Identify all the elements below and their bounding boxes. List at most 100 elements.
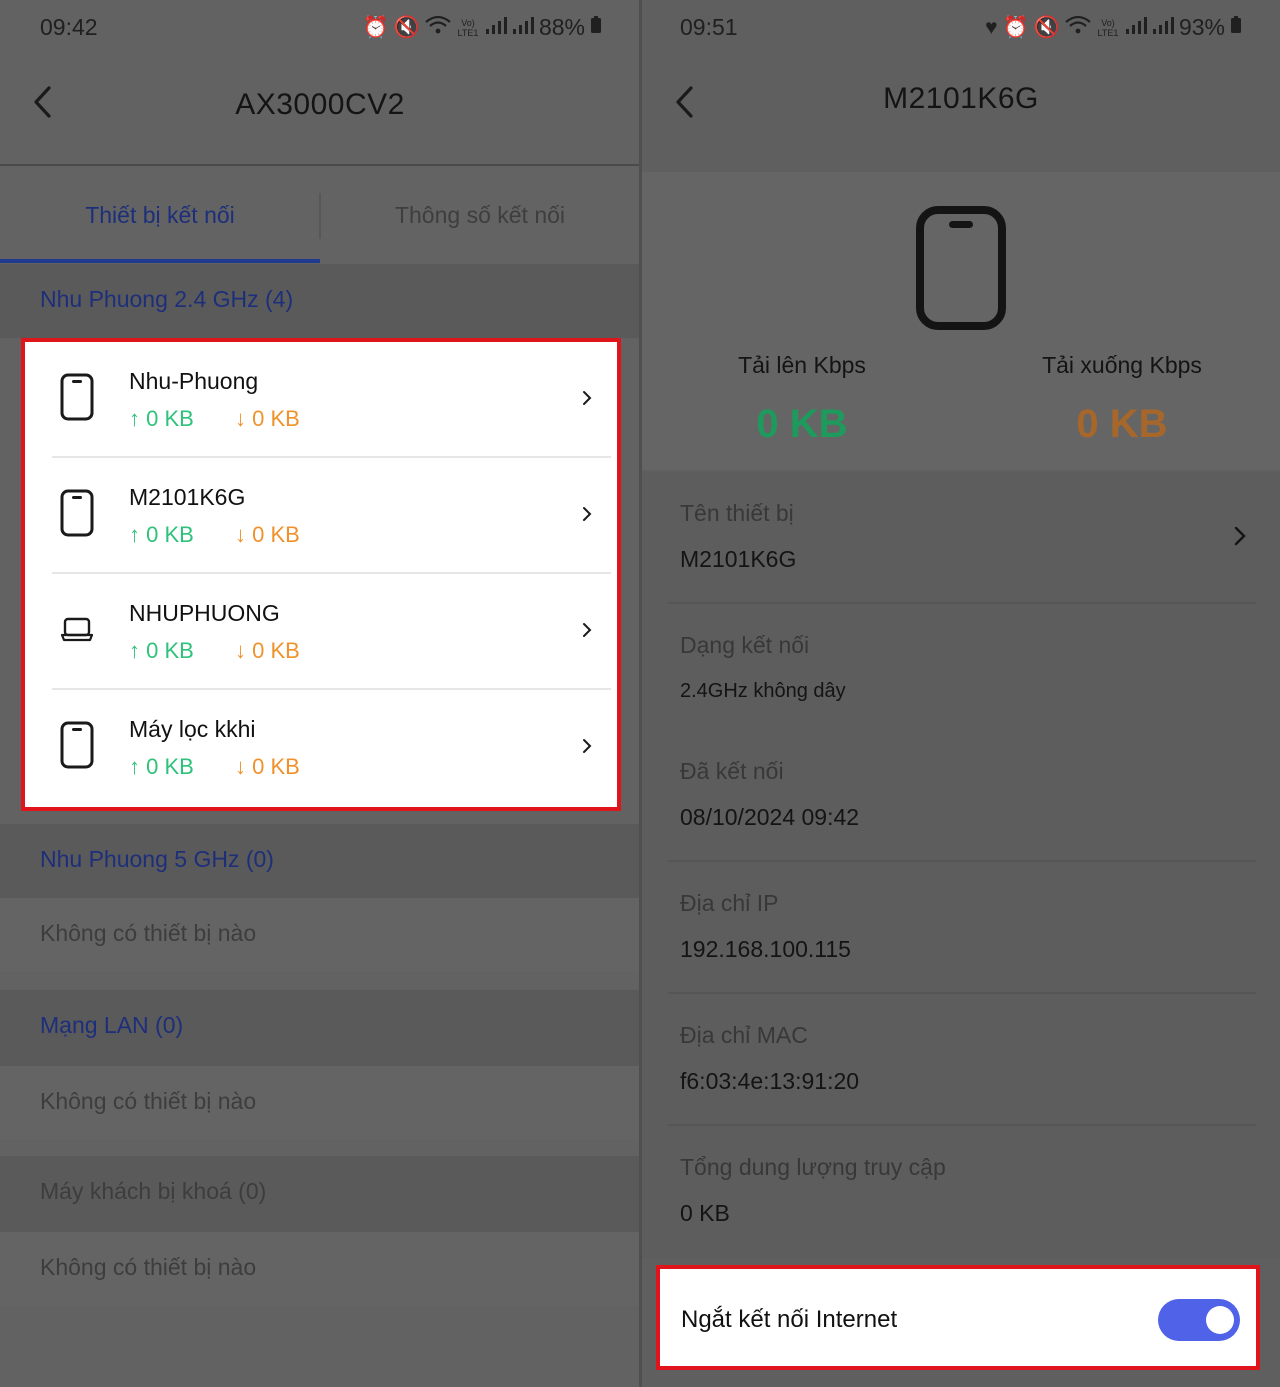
download-value: 0 KB [1076,402,1168,446]
app-header: AX3000CV2 [0,58,640,166]
section-title: Mạng LAN (0) [40,1012,184,1038]
section-header-5ghz: Nhu Phuong 5 GHz (0) [0,824,640,898]
chevron-right-icon [577,618,597,642]
lte-icon: Vo) LTE1 [1097,17,1119,38]
device-name-row[interactable]: Tên thiết bị M2101K6G [642,472,1280,604]
upload-speed: ↑ 0 KB [129,522,194,547]
right-screen: 09:51 ♥ ⏰ 🔇 Vo) LTE1 93% M2101K6G Tải lê… [642,0,1280,1387]
disconnect-internet-row: Ngắt kết nối Internet [656,1265,1260,1370]
chevron-right-icon [577,502,597,526]
empty-state: Không có thiết bị nào [0,1066,640,1140]
upload-speed: ↑ 0 KB [129,638,194,663]
connection-type-row: Dạng kết nối 2.4GHz không dây [642,604,1280,736]
device-row[interactable]: M2101K6G ↑ 0 KB ↓ 0 KB [25,458,617,574]
info-label: Tên thiết bị [680,500,794,526]
lte-icon: Vo) LTE1 [457,17,479,38]
tab-connected-devices[interactable]: Thiết bị kết nối [0,167,320,263]
app-header: M2101K6G [642,58,1280,166]
heart-icon: ♥ [985,15,998,39]
section-header-24ghz: Nhu Phuong 2.4 GHz (4) [0,264,640,338]
empty-state: Không có thiết bị nào [0,1232,640,1306]
upload-label: Tải lên Kbps [738,352,866,378]
upload-speed: ↑ 0 KB [129,754,194,779]
info-label: Địa chỉ MAC [680,1022,808,1048]
battery-icon [590,15,602,40]
download-speed: ↓ 0 KB [235,638,300,663]
mute-icon: 🔇 [1033,15,1060,39]
upload-speed: ↑ 0 KB [129,406,194,431]
device-row[interactable]: Nhu-Phuong ↑ 0 KB ↓ 0 KB [25,342,617,458]
status-bar: 09:51 ♥ ⏰ 🔇 Vo) LTE1 93% [642,0,1280,58]
toggle-knob [1206,1306,1234,1334]
disconnect-toggle[interactable] [1158,1299,1240,1341]
status-icons: ♥ ⏰ 🔇 Vo) LTE1 93% [985,14,1242,41]
info-value: 08/10/2024 09:42 [680,804,860,830]
ip-address-row: Địa chỉ IP 192.168.100.115 [642,862,1280,994]
section-title: Nhu Phuong 2.4 GHz (4) [40,286,294,312]
download-speed: ↓ 0 KB [235,406,300,431]
status-time: 09:42 [40,14,98,40]
info-label: Tổng dung lượng truy cập [680,1154,946,1180]
signal-icon [485,16,507,40]
section-header-blocked: Máy khách bị khoá (0) [0,1156,640,1232]
status-icons: ⏰ 🔇 Vo) LTE1 88% [363,14,602,41]
section-title: Nhu Phuong 5 GHz (0) [40,846,274,872]
status-time: 09:51 [680,14,738,40]
disconnect-label: Ngắt kết nối Internet [681,1306,898,1333]
empty-text: Không có thiết bị nào [40,1254,257,1280]
alarm-icon: ⏰ [362,15,389,39]
phone-icon [59,720,95,770]
info-label: Dạng kết nối [680,632,810,658]
total-usage-row: Tổng dung lượng truy cập 0 KB [642,1126,1280,1258]
connected-time-row: Đã kết nối 08/10/2024 09:42 [642,730,1280,862]
signal-icon-2 [512,16,534,40]
info-value: 0 KB [680,1200,730,1226]
phone-icon [915,205,1007,331]
empty-state: Không có thiết bị nào [0,898,640,972]
battery-level: 88% [538,14,585,40]
signal-icon-2 [1152,16,1174,40]
battery-icon [1230,15,1242,40]
phone-icon [59,488,95,538]
device-row[interactable]: NHUPHUONG ↑ 0 KB ↓ 0 KB [25,574,617,690]
section-header-lan: Mạng LAN (0) [0,990,640,1066]
info-label: Đã kết nối [680,758,784,784]
wifi-icon [1065,15,1091,41]
download-speed: ↓ 0 KB [235,754,300,779]
mac-address-row: Địa chỉ MAC f6:03:4e:13:91:20 [642,994,1280,1126]
info-value: 2.4GHz không dây [680,680,846,702]
info-value: M2101K6G [680,546,797,572]
laptop-icon [59,604,95,654]
section-title: Máy khách bị khoá (0) [40,1178,267,1204]
wifi-icon [425,15,451,41]
device-name: NHUPHUONG [129,600,280,626]
chevron-right-icon [577,734,597,758]
device-row[interactable]: Máy lọc kkhi ↑ 0 KB ↓ 0 KB [25,690,617,806]
signal-icon [1125,16,1147,40]
device-name: Nhu-Phuong [129,368,259,394]
tab-connection-params[interactable]: Thông số kết nối [320,167,640,263]
left-screen: 09:42 ⏰ 🔇 Vo) LTE1 88% AX3000CV2 Thiết b… [0,0,640,1387]
mute-icon: 🔇 [393,15,420,39]
device-list: Nhu-Phuong ↑ 0 KB ↓ 0 KB M2101K6G ↑ 0 KB… [21,338,621,811]
info-value: 192.168.100.115 [680,936,851,962]
info-label: Địa chỉ IP [680,890,779,916]
device-name: Máy lọc kkhi [129,716,256,742]
page-title: AX3000CV2 [235,88,405,121]
download-speed: ↓ 0 KB [235,522,300,547]
alarm-icon: ⏰ [1002,15,1029,39]
empty-text: Không có thiết bị nào [40,1088,257,1114]
header-divider [0,164,640,166]
tab-bar: Thiết bị kết nối Thông số kết nối [0,167,640,263]
info-value: f6:03:4e:13:91:20 [680,1068,860,1094]
device-name: M2101K6G [129,484,246,510]
chevron-right-icon [1234,526,1246,551]
upload-value: 0 KB [756,402,848,446]
chevron-right-icon [577,386,597,410]
tab-active-indicator [0,259,320,263]
page-title: M2101K6G [883,82,1039,115]
download-label: Tải xuống Kbps [1042,352,1202,378]
empty-text: Không có thiết bị nào [40,920,257,946]
battery-level: 93% [1178,14,1225,40]
phone-icon [59,372,95,422]
